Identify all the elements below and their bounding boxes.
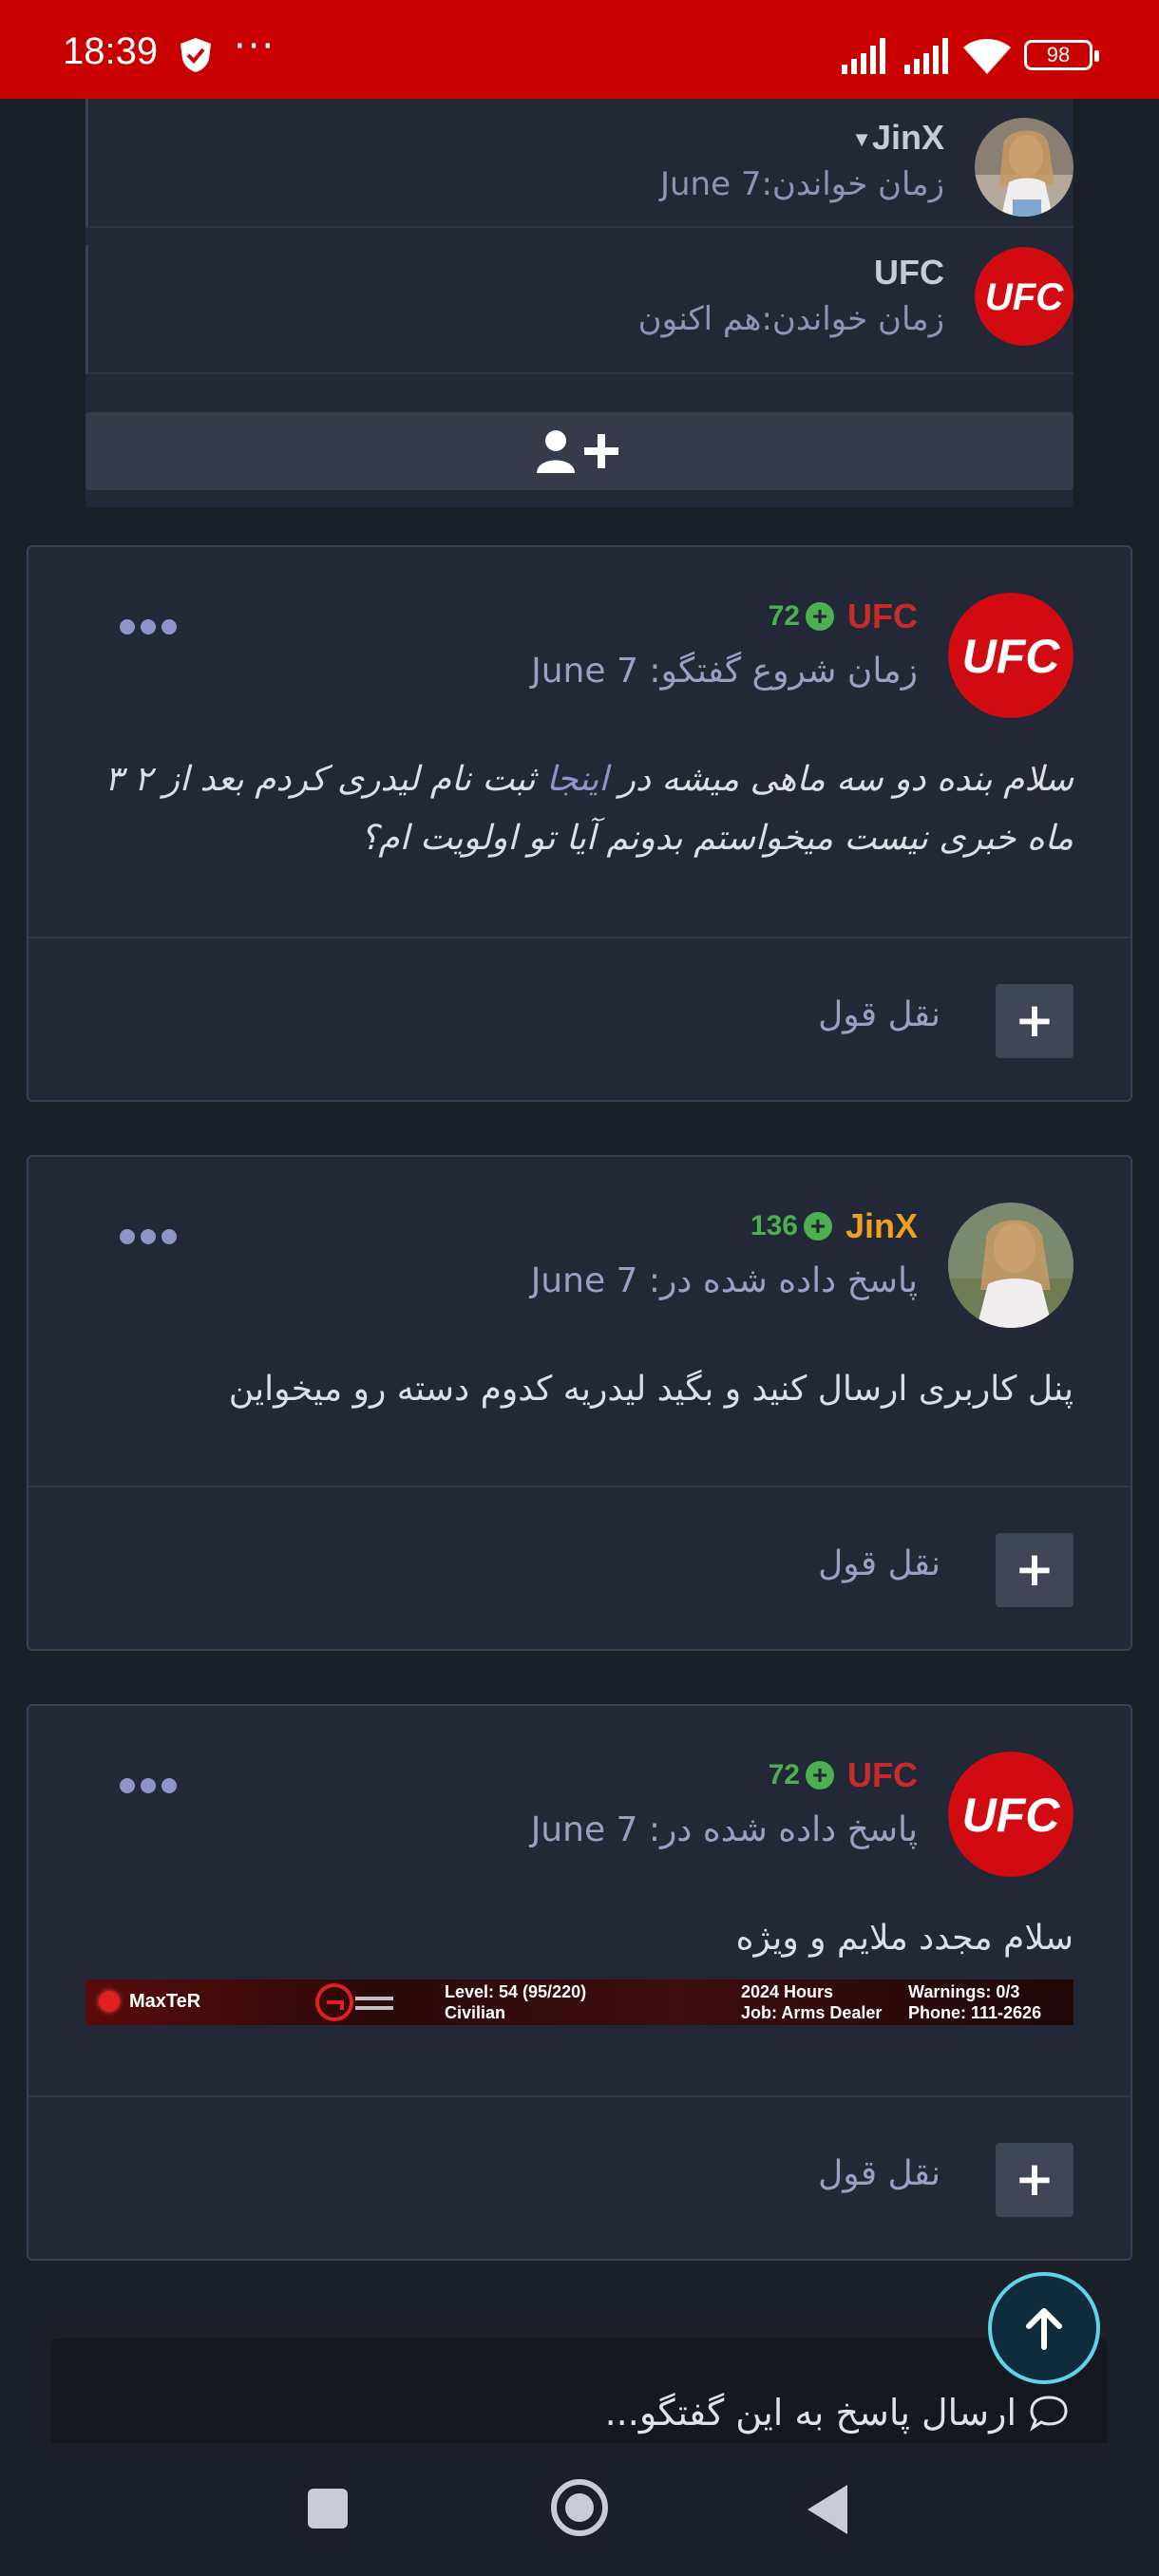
- battery-icon: 98: [1024, 40, 1099, 70]
- reputation: 72 +: [769, 1759, 834, 1791]
- quote-plus-button[interactable]: +: [996, 984, 1074, 1058]
- svg-text:UFC: UFC: [962, 1789, 1061, 1842]
- arrow-up-icon: [1026, 2308, 1062, 2350]
- avatar[interactable]: [948, 1203, 1074, 1328]
- sig-hours: 2024 Hours: [741, 1982, 834, 2001]
- recent-apps-button[interactable]: [308, 2489, 348, 2529]
- avatar[interactable]: UFC: [975, 247, 1074, 346]
- user-plus-icon: [537, 430, 618, 473]
- avatar[interactable]: UFC: [948, 593, 1074, 718]
- signal-icon: [904, 38, 948, 74]
- avatar[interactable]: [975, 118, 1074, 217]
- post-author[interactable]: JinX: [846, 1206, 918, 1246]
- chevron-down-icon: ▼: [851, 127, 872, 152]
- sig-name: MaxTeR: [129, 1991, 201, 2012]
- reply-box[interactable]: ارسال پاسخ به این گفتگو...: [51, 2339, 1108, 2443]
- avatar[interactable]: UFC: [948, 1752, 1074, 1877]
- quote-plus-button[interactable]: +: [996, 2143, 1074, 2217]
- post-footer: + نقل قول: [28, 937, 1130, 1100]
- back-button[interactable]: [808, 2485, 847, 2534]
- status-time: 18:39: [63, 30, 159, 72]
- status-bar: 18:39 ··· 98: [0, 0, 1159, 99]
- post-date: پاسخ داده شده در: June 7: [530, 1810, 918, 1849]
- signal-icon: [842, 38, 885, 74]
- battery-level: 98: [1046, 43, 1071, 66]
- post-author[interactable]: UFC: [847, 597, 918, 636]
- more-options-icon[interactable]: [120, 1225, 177, 1248]
- chat-bubble-icon: [1029, 2396, 1068, 2432]
- sig-rank: Civilian: [445, 2003, 506, 2022]
- sig-warnings: Warnings: 0/3: [908, 1982, 1020, 2001]
- reader-time: زمان خواندن:هم اکنون: [637, 300, 944, 338]
- post-body: پنل کاربری ارسال کنید و بگید لیدریه کدوم…: [228, 1370, 1074, 1409]
- record-dot-icon: [99, 1991, 120, 2012]
- readers-list: ▼JinX زمان خواندن:June 7 UFC UFC زمان خو…: [86, 99, 1074, 507]
- system-nav-bar: [0, 2443, 1159, 2576]
- more-options-icon[interactable]: [120, 1774, 177, 1797]
- post-card: 136 + JinX پاسخ داده شده در: June 7 پنل …: [27, 1155, 1132, 1651]
- post-author-line: 136 + JinX: [750, 1206, 918, 1246]
- post-footer: + نقل قول: [28, 2095, 1130, 2259]
- sig-level: Level: 54 (95/220): [445, 1982, 587, 2001]
- post-card: UFC 72 + UFC زمان شروع گفتگو: June 7 سلا…: [27, 545, 1132, 1102]
- sig-phone: Phone: 111-2626: [908, 2003, 1042, 2022]
- reply-button[interactable]: ارسال پاسخ به این گفتگو...: [605, 2392, 1070, 2434]
- post-date: زمان شروع گفتگو: June 7: [531, 652, 918, 691]
- post-footer: + نقل قول: [28, 1486, 1130, 1649]
- post-body: سلام بنده دو سه ماهی میشه در اینجا ثبت ن…: [104, 760, 1074, 858]
- post-card: UFC 72 + UFC پاسخ داده شده در: June 7 سل…: [27, 1704, 1132, 2261]
- quote-plus-button[interactable]: +: [996, 1533, 1074, 1607]
- sig-job: Job: Arms Dealer: [741, 2003, 883, 2022]
- signature-banner: MaxTeR Level: 54 (95/220) Civilian 2024 …: [86, 1979, 1074, 2025]
- reputation: 136 +: [750, 1210, 832, 1242]
- more-options-icon[interactable]: [120, 616, 177, 638]
- reader-name[interactable]: UFC: [874, 253, 944, 293]
- post-body: سلام مجدد ملایم و ویژه: [735, 1919, 1074, 1958]
- post-link[interactable]: اینجا: [546, 760, 608, 799]
- post-author[interactable]: UFC: [847, 1755, 918, 1795]
- reader-name[interactable]: ▼JinX: [844, 118, 944, 158]
- readers-panel: ▼JinX زمان خواندن:June 7 UFC UFC زمان خو…: [0, 99, 1159, 507]
- shield-check-icon: [180, 38, 211, 72]
- more-dots-icon: ···: [234, 25, 276, 68]
- reader-item[interactable]: ▼JinX زمان خواندن:June 7: [86, 99, 1074, 228]
- reader-item[interactable]: UFC UFC زمان خواندن:هم اکنون: [86, 245, 1074, 374]
- game-logo-icon: [315, 1983, 393, 2021]
- post-author-line: 72 + UFC: [769, 1755, 918, 1795]
- scroll-to-top-button[interactable]: [988, 2272, 1100, 2384]
- wifi-icon: [963, 39, 1011, 74]
- home-button[interactable]: [551, 2479, 608, 2536]
- add-user-button[interactable]: [86, 412, 1074, 490]
- svg-text:UFC: UFC: [985, 276, 1064, 318]
- plus-circle-icon[interactable]: +: [806, 602, 834, 631]
- quote-label[interactable]: نقل قول: [818, 995, 940, 1034]
- reputation: 72 +: [769, 600, 834, 633]
- plus-circle-icon[interactable]: +: [806, 1761, 834, 1790]
- svg-text:UFC: UFC: [962, 630, 1061, 683]
- post-date: پاسخ داده شده در: June 7: [530, 1261, 918, 1300]
- plus-circle-icon[interactable]: +: [803, 1212, 832, 1241]
- post-author-line: 72 + UFC: [769, 597, 918, 636]
- quote-label[interactable]: نقل قول: [818, 2154, 940, 2193]
- reply-section: ارسال پاسخ به این گفتگو...: [0, 2320, 1159, 2443]
- quote-label[interactable]: نقل قول: [818, 1544, 940, 1583]
- reader-time: زمان خواندن:June 7: [659, 165, 944, 203]
